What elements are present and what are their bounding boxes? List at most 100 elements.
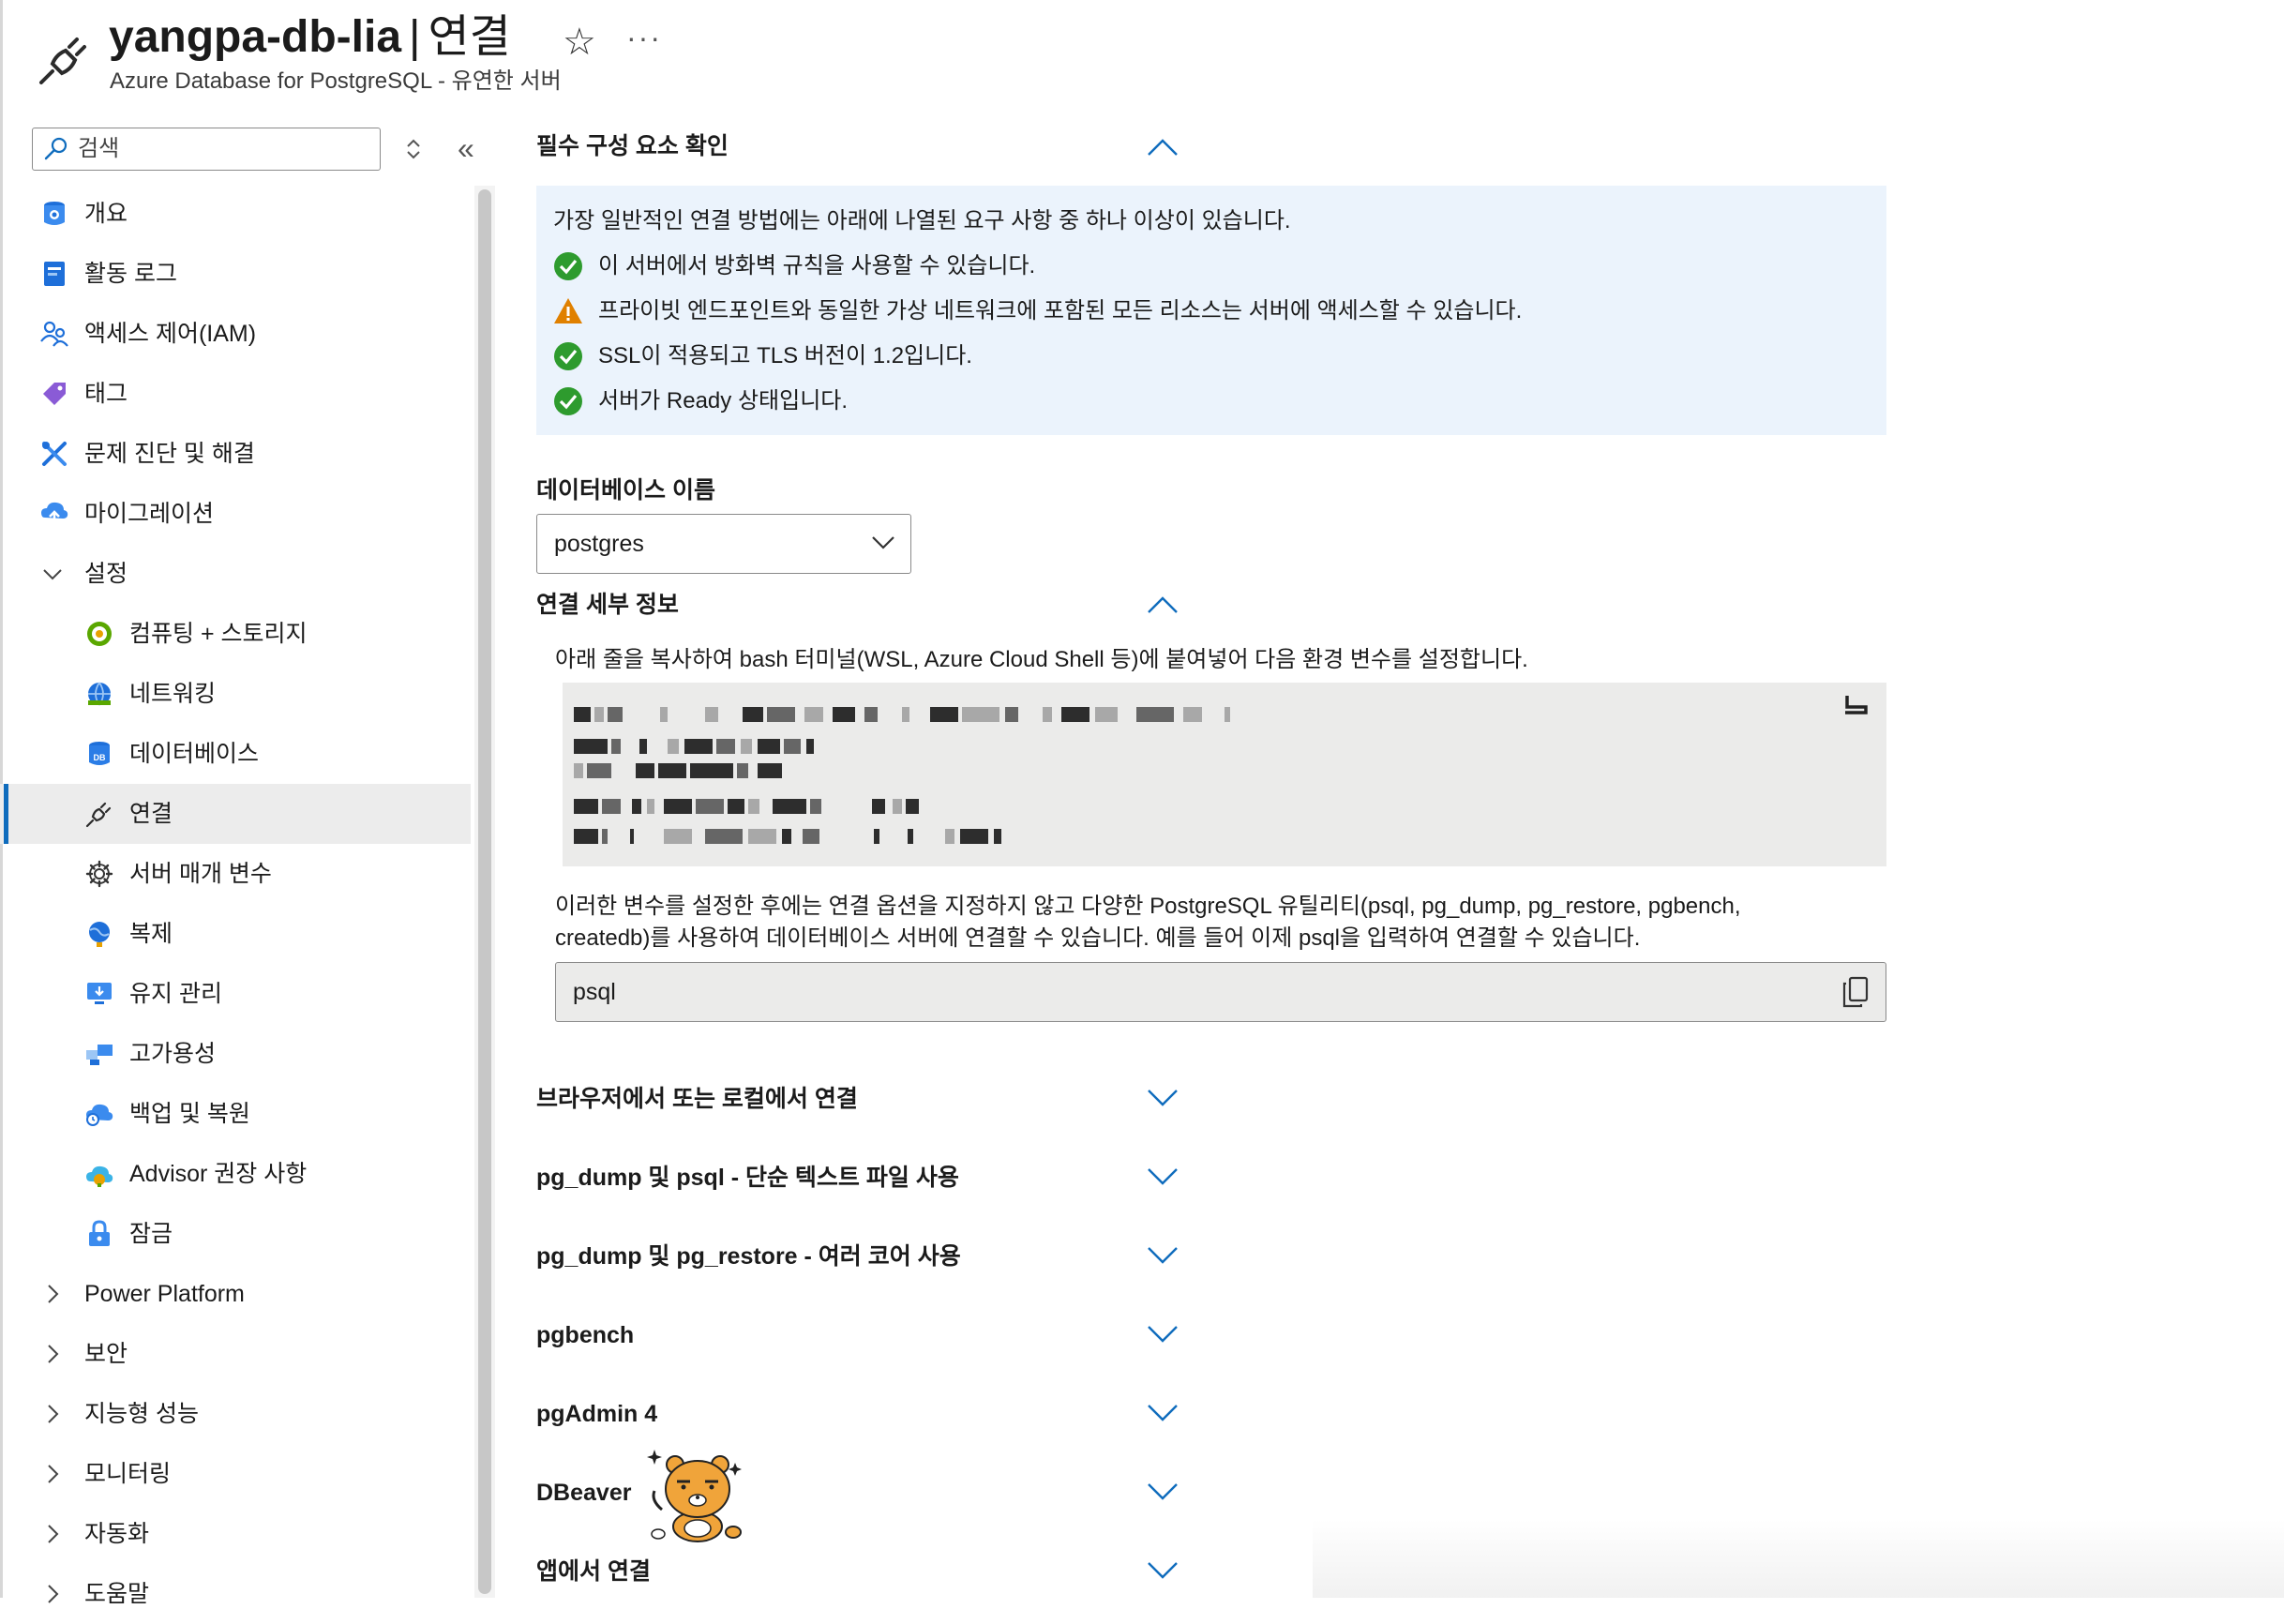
search-icon bbox=[44, 137, 68, 160]
sidebar-item-maintenance[interactable]: 유지 관리 bbox=[0, 964, 471, 1024]
sidebar-item-overview[interactable]: 개요 bbox=[0, 184, 471, 244]
sidebar-group-security[interactable]: 보안 bbox=[0, 1324, 471, 1384]
chevron-down-icon bbox=[1148, 1090, 1178, 1106]
psql-command-box[interactable]: psql bbox=[555, 962, 1886, 1022]
after-variables-text: 이러한 변수를 설정한 후에는 연결 옵션을 지정하지 않고 다양한 Postg… bbox=[555, 891, 1886, 955]
sidebar-item-server-parameters[interactable]: 서버 매개 변수 bbox=[0, 844, 471, 904]
accordion-connect-from-app[interactable]: 앱에서 연결 bbox=[536, 1551, 1193, 1592]
sidebar-scrollbar-thumb[interactable] bbox=[478, 189, 491, 1594]
sidebar-item-label: 서버 매개 변수 bbox=[129, 861, 272, 887]
accordion-browser-local[interactable]: 브라우저에서 또는 로컬에서 연결 bbox=[536, 1078, 1193, 1120]
sidebar-item-label: 지능형 성능 bbox=[84, 1401, 199, 1427]
sidebar-item-iam[interactable]: 액세스 제어(IAM) bbox=[0, 304, 471, 364]
sidebar-item-label: 유지 관리 bbox=[129, 981, 222, 1007]
chevron-down-icon bbox=[1148, 1405, 1178, 1421]
chevron-down-icon bbox=[43, 569, 62, 580]
accordion-label: pgbench bbox=[536, 1322, 635, 1348]
accordion-pgadmin4[interactable]: pgAdmin 4 bbox=[536, 1393, 1193, 1435]
chevron-right-icon bbox=[48, 1525, 59, 1543]
sort-updown-icon[interactable] bbox=[403, 135, 424, 163]
check-circle-icon bbox=[554, 252, 582, 280]
sidebar-item-label: 모니터링 bbox=[84, 1461, 172, 1487]
search-placeholder: 검색 bbox=[78, 136, 120, 161]
sidebar-item-label: 보안 bbox=[84, 1341, 128, 1367]
chevron-up-icon[interactable] bbox=[1146, 594, 1180, 615]
resource-name: yangpa-db-lia bbox=[109, 12, 402, 62]
activity-log-icon bbox=[44, 262, 65, 286]
sidebar-item-backup-restore[interactable]: 백업 및 복원 bbox=[0, 1084, 471, 1144]
accordion-label: pgAdmin 4 bbox=[536, 1401, 658, 1427]
sidebar-item-label: 고가용성 bbox=[129, 1041, 217, 1067]
check-circle-icon bbox=[554, 387, 582, 415]
accordion-pgdump-pgrestore[interactable]: pg_dump 및 pg_restore - 여러 코어 사용 bbox=[536, 1236, 1193, 1277]
title-separator: | bbox=[409, 12, 421, 62]
expand-icon[interactable] bbox=[1843, 694, 1868, 714]
more-options-button[interactable]: ··· bbox=[626, 17, 662, 58]
connection-details-title: 연결 세부 정보 bbox=[536, 592, 679, 618]
sidebar-item-migration[interactable]: 마이그레이션 bbox=[0, 484, 471, 544]
sidebar-group-monitoring[interactable]: 모니터링 bbox=[0, 1444, 471, 1504]
accordion-pgdump-psql[interactable]: pg_dump 및 psql - 단순 텍스트 파일 사용 bbox=[536, 1157, 1193, 1198]
sidebar-item-label: 네트워킹 bbox=[129, 681, 217, 707]
sidebar-item-replication[interactable]: 복제 bbox=[0, 904, 471, 964]
sidebar-item-databases[interactable]: DB 데이터베이스 bbox=[0, 724, 471, 784]
chevron-up-icon[interactable] bbox=[1146, 137, 1180, 158]
database-icon: DB bbox=[89, 742, 110, 765]
sidebar-item-locks[interactable]: 잠금 bbox=[0, 1204, 471, 1264]
advisor-icon bbox=[86, 1165, 113, 1187]
database-name-dropdown[interactable]: postgres bbox=[536, 514, 911, 574]
sidebar-item-diagnose[interactable]: 문제 진단 및 해결 bbox=[0, 424, 471, 484]
collapse-sidebar-button[interactable]: « bbox=[458, 133, 474, 163]
sidebar-group-power-platform[interactable]: Power Platform bbox=[0, 1264, 471, 1324]
sidebar-item-label: 도움말 bbox=[84, 1581, 150, 1607]
favorite-star-icon[interactable]: ☆ bbox=[563, 19, 596, 66]
page-title: yangpa-db-lia | 연결 bbox=[109, 4, 511, 71]
redacted-code-line bbox=[574, 793, 1286, 820]
env-variables-code-box[interactable] bbox=[563, 683, 1886, 866]
search-input[interactable]: 검색 bbox=[32, 128, 381, 171]
sidebar-item-label: 자동화 bbox=[84, 1521, 150, 1547]
sidebar-item-label: 컴퓨팅 + 스토리지 bbox=[129, 621, 308, 647]
prereq-check-text: 서버가 Ready 상태입니다. bbox=[598, 388, 849, 414]
redacted-code-line bbox=[574, 823, 1286, 850]
sidebar-item-activity-log[interactable]: 활동 로그 bbox=[0, 244, 471, 304]
sidebar-item-tags[interactable]: 태그 bbox=[0, 364, 471, 424]
accordion-label: DBeaver bbox=[536, 1480, 632, 1506]
sidebar-item-connect[interactable]: 연결 bbox=[0, 784, 471, 844]
accordion-label: pg_dump 및 pg_restore - 여러 코어 사용 bbox=[536, 1243, 961, 1270]
page-name: 연결 bbox=[428, 12, 511, 62]
sidebar-group-settings[interactable]: 설정 bbox=[0, 544, 471, 604]
sidebar-item-compute-storage[interactable]: 컴퓨팅 + 스토리지 bbox=[0, 604, 471, 664]
diagnose-icon bbox=[42, 442, 67, 466]
chevron-down-icon bbox=[1148, 1562, 1178, 1579]
accordion-dbeaver[interactable]: DBeaver bbox=[536, 1472, 1193, 1513]
compute-storage-icon bbox=[87, 622, 112, 646]
sidebar-item-label: 활동 로그 bbox=[84, 261, 177, 287]
sidebar-item-label: Power Platform bbox=[84, 1281, 245, 1307]
chevron-down-icon bbox=[1148, 1483, 1178, 1500]
replication-icon bbox=[89, 922, 110, 947]
networking-icon bbox=[88, 682, 111, 706]
iam-icon bbox=[40, 321, 68, 347]
redacted-code-line bbox=[574, 733, 1286, 759]
sidebar-item-advisor[interactable]: Advisor 권장 사항 bbox=[0, 1144, 471, 1204]
accordion-label: pg_dump 및 psql - 단순 텍스트 파일 사용 bbox=[536, 1165, 959, 1191]
connection-details-description: 아래 줄을 복사하여 bash 터미널(WSL, Azure Cloud She… bbox=[555, 647, 1528, 672]
chevron-right-icon bbox=[48, 1285, 59, 1303]
backup-icon bbox=[86, 1104, 113, 1126]
sidebar-group-intelligent-performance[interactable]: 지능형 성능 bbox=[0, 1384, 471, 1444]
chevron-right-icon bbox=[48, 1465, 59, 1483]
bottom-fade-overlay bbox=[1313, 1519, 2284, 1598]
sidebar-item-label: 잠금 bbox=[129, 1221, 173, 1247]
sidebar-item-high-availability[interactable]: 고가용성 bbox=[0, 1024, 471, 1084]
tag-icon bbox=[43, 383, 66, 405]
prereq-intro-text: 가장 일반적인 연결 방법에는 아래에 나열된 요구 사항 중 하나 이상이 있… bbox=[553, 208, 1291, 233]
sidebar-item-label: 백업 및 복원 bbox=[129, 1101, 250, 1127]
chevron-down-icon bbox=[1148, 1168, 1178, 1185]
sidebar-item-networking[interactable]: 네트워킹 bbox=[0, 664, 471, 724]
sidebar-group-automation[interactable]: 자동화 bbox=[0, 1504, 471, 1564]
sidebar-group-help[interactable]: 도움말 bbox=[0, 1564, 471, 1624]
accordion-pgbench[interactable]: pgbench bbox=[536, 1315, 1193, 1356]
copy-icon[interactable] bbox=[1841, 976, 1871, 1008]
lock-icon bbox=[89, 1220, 110, 1246]
